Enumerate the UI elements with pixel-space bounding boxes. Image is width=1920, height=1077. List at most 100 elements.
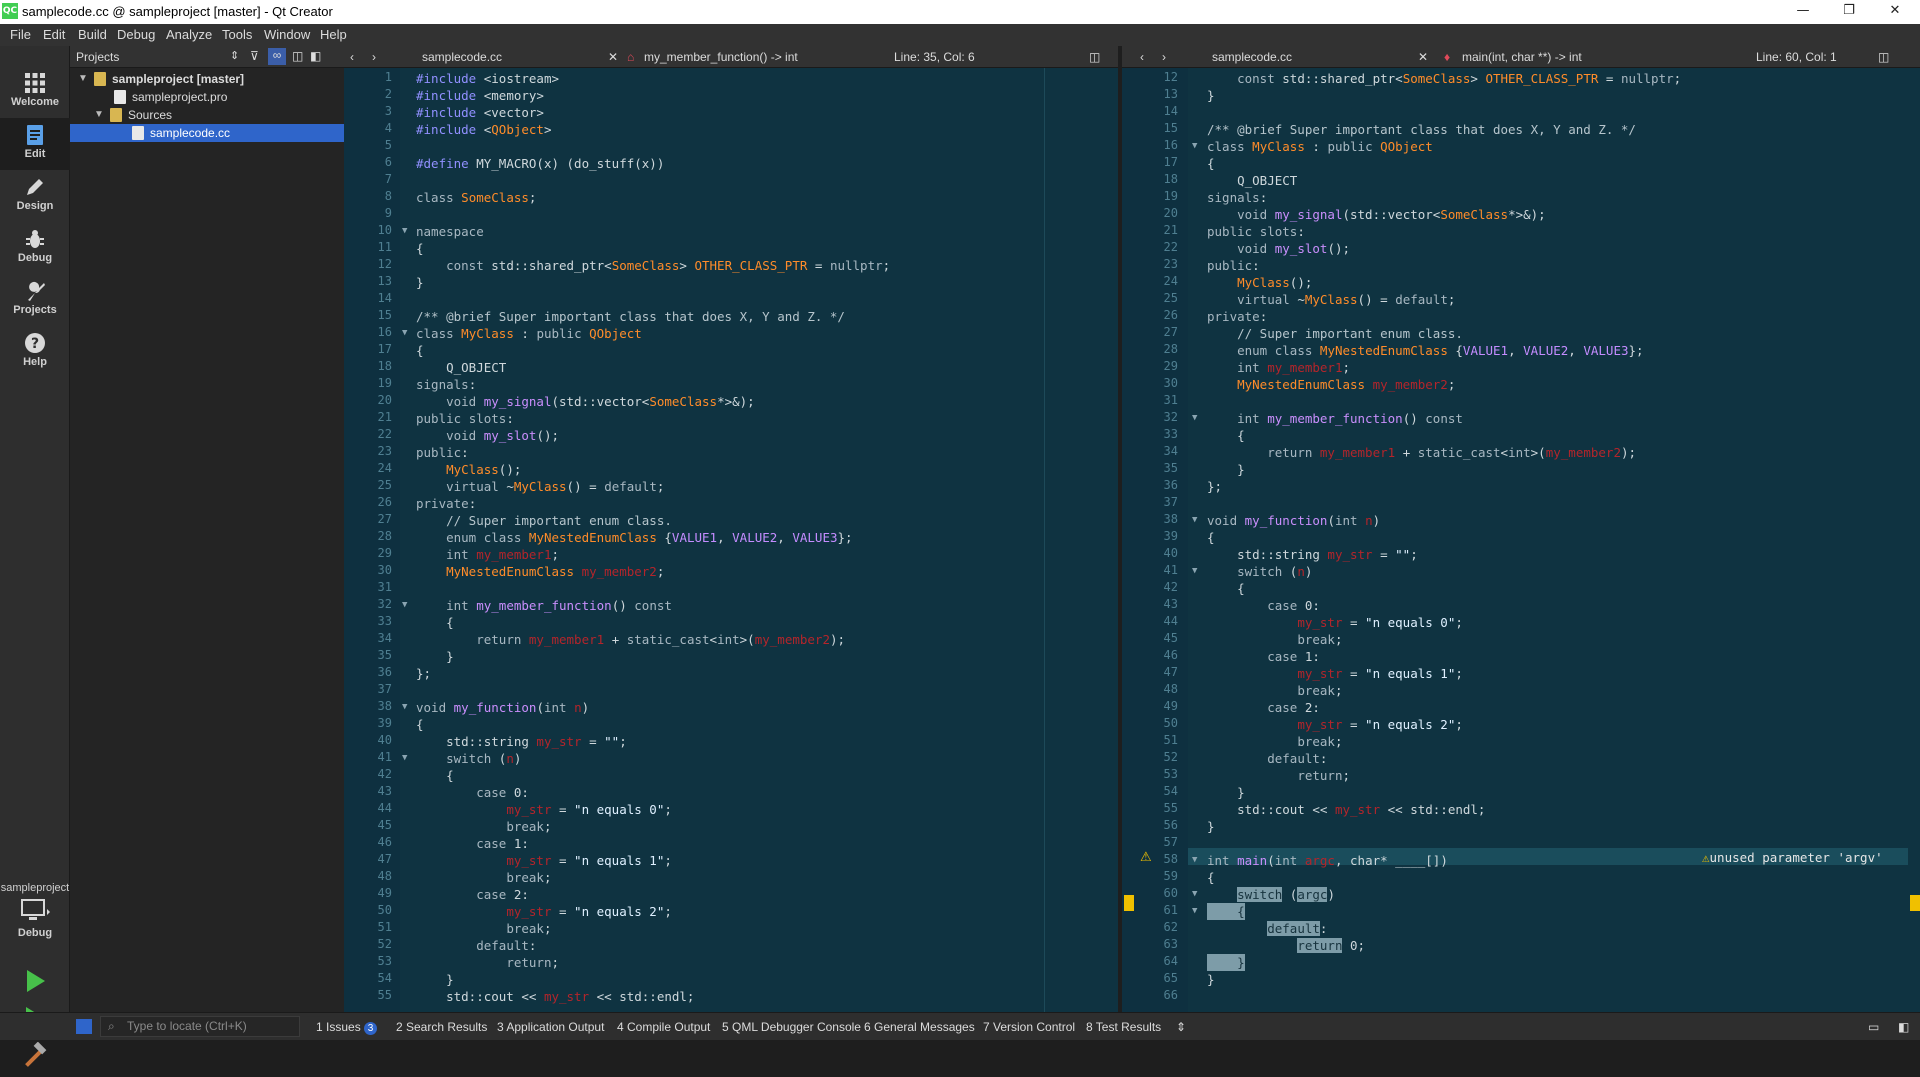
expand-arrow-icon[interactable]: ▼ [94, 106, 104, 124]
code-line[interactable]: { [1207, 529, 1215, 546]
tab-general-messages[interactable]: 6 General Messages [864, 1020, 975, 1034]
code-line[interactable]: { [1207, 427, 1245, 444]
code-line[interactable]: break; [1207, 631, 1342, 648]
maximize-button[interactable]: ❐ [1826, 0, 1872, 24]
code-line[interactable]: const std::shared_ptr<SomeClass> OTHER_C… [416, 257, 890, 274]
code-line[interactable]: /** @brief Super important class that do… [416, 308, 845, 325]
code-line[interactable]: return 0; [1207, 937, 1365, 954]
run-button[interactable] [20, 966, 50, 996]
tree-item-pro-file[interactable]: sampleproject.pro [70, 88, 344, 106]
tab-issues[interactable]: 1 Issues 3 [316, 1020, 378, 1035]
code-line[interactable]: default: [416, 937, 536, 954]
code-line[interactable]: case 0: [416, 784, 529, 801]
fold-arrow-icon[interactable]: ▼ [1192, 515, 1197, 525]
forward-arrow-icon[interactable]: › [372, 50, 376, 64]
fold-arrow-icon[interactable]: ▼ [402, 226, 407, 236]
code-line[interactable]: private: [1207, 308, 1267, 325]
code-line[interactable]: std::cout << my_str << std::endl; [1207, 801, 1485, 818]
menu-build[interactable]: Build [78, 27, 107, 42]
code-line[interactable]: virtual ~MyClass() = default; [416, 478, 664, 495]
code-line[interactable]: my_str = "n equals 1"; [416, 852, 672, 869]
code-line[interactable]: switch (n) [416, 750, 521, 767]
code-line[interactable]: } [1207, 784, 1245, 801]
split-icon[interactable]: ◫ [292, 49, 303, 63]
toggle-right-sidebar-icon[interactable]: ◧ [1898, 1020, 1909, 1034]
left-editor-position[interactable]: Line: 35, Col: 6 [894, 50, 975, 64]
code-line[interactable]: #define MY_MACRO(x) (do_stuff(x)) [416, 155, 664, 172]
filter-icon[interactable]: ⊽ [250, 49, 259, 63]
code-line[interactable]: std::cout << my_str << std::endl; [416, 988, 694, 1005]
right-editor-symbol[interactable]: main(int, char **) -> int [1462, 50, 1582, 64]
code-line[interactable]: my_str = "n equals 0"; [1207, 614, 1463, 631]
tab-compile-output[interactable]: 4 Compile Output [617, 1020, 710, 1034]
code-line[interactable]: MyNestedEnumClass my_member2; [416, 563, 664, 580]
code-line[interactable]: int main(int argc, char* ____[]) [1207, 852, 1448, 869]
close-file-icon[interactable]: ✕ [1418, 50, 1428, 64]
fold-arrow-icon[interactable]: ▼ [402, 600, 407, 610]
build-button[interactable] [20, 1041, 50, 1072]
code-line[interactable]: public slots: [1207, 223, 1305, 240]
code-line[interactable]: public slots: [416, 410, 514, 427]
split-editor-icon[interactable]: ◫ [1089, 50, 1100, 64]
code-line[interactable]: case 2: [1207, 699, 1320, 716]
menu-help[interactable]: Help [320, 27, 347, 42]
code-line[interactable]: int my_member_function() const [416, 597, 672, 614]
chevron-updown-icon[interactable]: ⇕ [1176, 1020, 1186, 1034]
close-button[interactable]: ✕ [1872, 0, 1918, 24]
back-arrow-icon[interactable]: ‹ [350, 50, 354, 64]
code-line[interactable]: #include <memory> [416, 87, 544, 104]
code-line[interactable]: } [416, 971, 454, 988]
link-editor-icon[interactable]: ∞ [268, 48, 286, 65]
code-line[interactable]: void my_signal(std::vector<SomeClass*>&)… [1207, 206, 1546, 223]
tab-version-control[interactable]: 7 Version Control [983, 1020, 1075, 1034]
code-line[interactable]: { [1207, 903, 1245, 920]
code-line[interactable]: std::string my_str = ""; [416, 733, 627, 750]
code-line[interactable]: case 0: [1207, 597, 1320, 614]
mode-debug[interactable]: Debug [0, 222, 70, 274]
code-line[interactable]: int my_member_function() const [1207, 410, 1463, 427]
code-line[interactable]: MyNestedEnumClass my_member2; [1207, 376, 1455, 393]
code-line[interactable]: void my_function(int n) [416, 699, 589, 716]
code-line[interactable]: break; [1207, 733, 1342, 750]
toggle-sidebar-icon[interactable] [76, 1019, 92, 1034]
fold-arrow-icon[interactable]: ▼ [1192, 566, 1197, 576]
code-line[interactable]: signals: [1207, 189, 1267, 206]
code-line[interactable]: #include <QObject> [416, 121, 552, 138]
mode-help[interactable]: ? Help [0, 326, 70, 378]
code-line[interactable]: /** @brief Super important class that do… [1207, 121, 1636, 138]
right-editor[interactable]: ‹ › samplecode.cc ✕ ♦ main(int, char **)… [1122, 46, 1920, 1012]
close-split-icon[interactable]: ◧ [310, 49, 321, 63]
code-line[interactable]: enum class MyNestedEnumClass {VALUE1, VA… [1207, 342, 1643, 359]
tree-item-samplecode[interactable]: samplecode.cc [70, 124, 344, 142]
left-editor-symbol[interactable]: my_member_function() -> int [644, 50, 798, 64]
code-line[interactable]: enum class MyNestedEnumClass {VALUE1, VA… [416, 529, 852, 546]
locator-input[interactable]: ⌕ Type to locate (Ctrl+K) [100, 1016, 300, 1037]
code-line[interactable]: { [416, 342, 424, 359]
right-editor-position[interactable]: Line: 60, Col: 1 [1756, 50, 1837, 64]
code-line[interactable]: } [1207, 87, 1215, 104]
close-file-icon[interactable]: ✕ [608, 50, 618, 64]
fold-arrow-icon[interactable]: ▼ [1192, 141, 1197, 151]
code-line[interactable]: my_str = "n equals 1"; [1207, 665, 1463, 682]
code-line[interactable]: } [1207, 954, 1245, 971]
code-line[interactable]: default: [1207, 920, 1327, 937]
code-line[interactable]: return my_member1 + static_cast<int>(my_… [1207, 444, 1636, 461]
fold-arrow-icon[interactable]: ▼ [402, 328, 407, 338]
code-line[interactable]: } [1207, 818, 1215, 835]
code-line[interactable]: case 2: [416, 886, 529, 903]
code-line[interactable]: }; [1207, 478, 1222, 495]
code-line[interactable]: public: [1207, 257, 1260, 274]
menu-file[interactable]: File [10, 27, 31, 42]
code-line[interactable]: MyClass(); [1207, 274, 1312, 291]
fold-arrow-icon[interactable]: ▼ [402, 702, 407, 712]
code-line[interactable]: case 1: [1207, 648, 1320, 665]
left-code-area[interactable]: 1 #include <iostream> 2 #include <memory> 3 #… [344, 68, 1118, 1012]
code-line[interactable]: break; [416, 818, 551, 835]
code-line[interactable]: { [416, 240, 424, 257]
code-line[interactable]: // Super important enum class. [1207, 325, 1463, 342]
tree-item-project[interactable]: ▼ sampleproject [master] [70, 70, 344, 88]
progress-details-icon[interactable]: ▭ [1868, 1020, 1879, 1034]
code-line[interactable]: virtual ~MyClass() = default; [1207, 291, 1455, 308]
code-line[interactable]: signals: [416, 376, 476, 393]
code-line[interactable]: namespace [416, 223, 484, 240]
